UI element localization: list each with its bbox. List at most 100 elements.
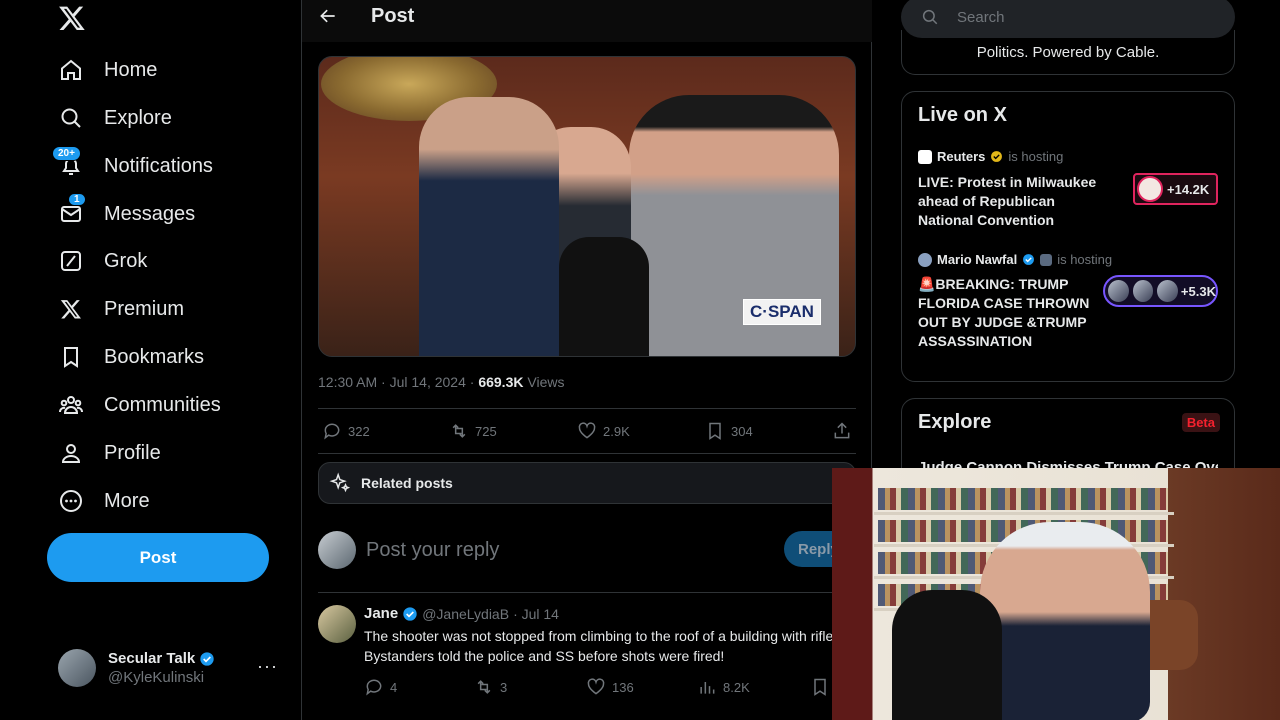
search-icon: [58, 105, 84, 131]
webcam-host-figure: [980, 522, 1150, 720]
microphone: [892, 590, 1002, 720]
nav-messages-label: Messages: [104, 202, 196, 225]
live-host-row[interactable]: Reuters is hosting: [918, 149, 1063, 164]
account-switcher[interactable]: Secular Talk @KyleKulinski ···: [58, 648, 288, 688]
more-dots-icon[interactable]: ···: [257, 656, 278, 677]
bookmark-action[interactable]: [810, 677, 830, 697]
nav-communities[interactable]: Communities: [58, 383, 221, 427]
like-action[interactable]: 136: [586, 677, 634, 697]
repost-icon: [452, 424, 466, 438]
reply-text: The shooter was not stopped from climbin…: [364, 628, 838, 664]
repost-count: 725: [475, 423, 497, 439]
share-icon: [834, 422, 850, 439]
nav-home[interactable]: Home: [58, 48, 157, 92]
post-timestamp[interactable]: 12:30 AM · Jul 14, 2024 ·: [318, 374, 478, 390]
like-count: 136: [612, 679, 634, 695]
nav-grok[interactable]: Grok: [58, 239, 147, 283]
avatar: [58, 649, 96, 687]
reply-input[interactable]: Post your reply: [366, 539, 499, 562]
reply-action[interactable]: 4: [364, 677, 397, 697]
like-action[interactable]: 2.9K: [577, 421, 630, 441]
nav-explore[interactable]: Explore: [58, 96, 172, 140]
trend-card-footer[interactable]: Politics. Powered by Cable.: [901, 30, 1235, 75]
avatar: [1156, 279, 1179, 303]
live-title: Live on X: [918, 104, 1007, 126]
search-icon: [922, 9, 938, 25]
live-item-title[interactable]: 🚨BREAKING: TRUMP FLORIDA CASE THROWN OUT…: [918, 275, 1108, 351]
bell-icon: 20+: [52, 146, 84, 179]
repost-action[interactable]: 725: [449, 421, 497, 441]
notifications-badge: 20+: [52, 146, 81, 161]
nav-profile[interactable]: Profile: [58, 431, 161, 475]
live-listener-count: +14.2K: [1167, 181, 1210, 197]
reply-count: 4: [390, 679, 398, 695]
sparkle-icon: [329, 472, 351, 493]
share-action[interactable]: [832, 421, 852, 441]
grok-icon: [58, 248, 84, 274]
live-on-x-panel: Live on X Reuters is hosting LIVE: Prote…: [901, 91, 1235, 382]
bookmark-action[interactable]: 304: [705, 421, 753, 441]
post-video[interactable]: C·SPAN: [318, 56, 856, 357]
related-posts-button[interactable]: Related posts: [318, 462, 856, 504]
video-microphones: [559, 237, 649, 356]
live-listeners-pill[interactable]: +5.3K: [1103, 275, 1218, 307]
live-listener-count: +5.3K: [1180, 283, 1216, 299]
reply-icon: [366, 679, 382, 696]
reply-author-handle[interactable]: @JaneLydiaB: [422, 606, 509, 622]
back-arrow-icon[interactable]: [318, 6, 338, 26]
reply-count: 322: [348, 423, 370, 439]
x-logo-icon: [58, 296, 84, 322]
nav-explore-label: Explore: [104, 106, 172, 129]
views-action[interactable]: 8.2K: [697, 677, 750, 697]
divider: [318, 408, 856, 409]
reply-composer: Post your reply Reply: [318, 530, 864, 570]
reply-action[interactable]: 322: [322, 421, 370, 441]
affiliate-badge-icon: [1040, 253, 1053, 266]
nav-messages[interactable]: 1 Messages: [58, 192, 195, 236]
heart-icon: [587, 678, 605, 695]
nav-bookmarks-label: Bookmarks: [104, 345, 205, 368]
reply-tweet-actions: 4 3 136 8.2K: [364, 677, 844, 697]
x-logo-icon[interactable]: [58, 4, 86, 32]
post-actions: 322 725 2.9K 304: [318, 418, 856, 444]
messages-badge: 1: [68, 193, 86, 206]
nav-grok-label: Grok: [104, 249, 148, 272]
verified-gold-icon: [991, 151, 1003, 162]
bookshelf-books: [878, 488, 1168, 510]
live-listeners-pill[interactable]: +14.2K: [1133, 173, 1218, 205]
nav-bookmarks[interactable]: Bookmarks: [58, 335, 204, 379]
left-sidebar: Home Explore 20+ Notifications 1 Message…: [0, 0, 302, 720]
live-host-name: Reuters: [937, 149, 986, 164]
divider: [318, 453, 856, 454]
nav-notifications[interactable]: 20+ Notifications: [52, 144, 213, 188]
beta-badge: Beta: [1181, 413, 1220, 432]
nav-premium[interactable]: Premium: [58, 287, 184, 331]
live-hosting-label: is hosting: [1057, 252, 1113, 267]
account-handle: @KyleKulinski: [108, 669, 205, 686]
verified-badge-icon: [200, 651, 214, 666]
avatar: [1137, 176, 1163, 202]
post-meta: 12:30 AM · Jul 14, 2024 · 669.3K Views: [318, 374, 564, 390]
envelope-icon: 1: [58, 193, 86, 227]
nav-more[interactable]: More: [58, 479, 150, 523]
verified-badge-icon: [403, 606, 417, 621]
bookmark-icon: [709, 422, 721, 440]
bookmark-icon: [58, 344, 84, 370]
post-views-count: 669.3K: [478, 374, 524, 390]
people-icon: [58, 392, 84, 418]
reuters-logo-icon: [918, 149, 932, 164]
heart-icon: [578, 422, 596, 439]
repost-action[interactable]: 3: [474, 677, 507, 697]
nav-more-label: More: [104, 489, 150, 512]
repost-count: 3: [500, 679, 508, 695]
live-host-name: Mario Nawfal: [937, 252, 1018, 267]
avatar: [1107, 279, 1130, 303]
reply-author-name[interactable]: Jane: [364, 605, 398, 622]
post-button[interactable]: Post: [47, 533, 269, 582]
like-count: 2.9K: [603, 423, 630, 439]
live-item-title[interactable]: LIVE: Protest in Milwaukee ahead of Repu…: [918, 173, 1108, 230]
main-column: Post C·SPAN 12:30 AM · Jul 14, 2024 · 66…: [302, 0, 872, 720]
trend-card-text: Politics. Powered by Cable.: [976, 43, 1160, 61]
views-count: 8.2K: [723, 679, 750, 695]
live-host-row[interactable]: Mario Nawfal is hosting: [918, 252, 1112, 267]
